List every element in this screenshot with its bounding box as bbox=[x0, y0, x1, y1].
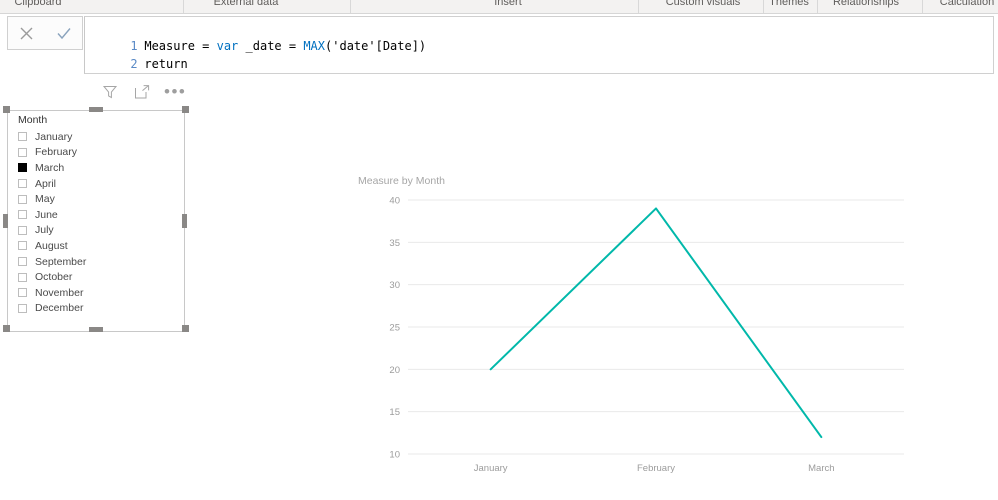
line-number-3: 3 bbox=[130, 73, 144, 74]
slicer-item-label: August bbox=[35, 239, 68, 252]
checkbox-icon[interactable] bbox=[18, 288, 27, 298]
checkbox-icon[interactable] bbox=[18, 132, 27, 142]
slicer-title: Month bbox=[18, 114, 48, 126]
month-slicer-visual[interactable]: Month January February March April May June Ju… bbox=[7, 110, 185, 332]
resize-handle-bottom-left[interactable] bbox=[3, 325, 10, 332]
checkbox-icon[interactable] bbox=[18, 303, 27, 313]
resize-handle-bottom-right[interactable] bbox=[182, 325, 189, 332]
checkmark-icon bbox=[56, 27, 71, 39]
dax-keyword-return: return bbox=[144, 57, 188, 71]
slicer-item-august[interactable]: August bbox=[18, 238, 184, 254]
visual-header-toolbar: ••• bbox=[100, 82, 186, 102]
slicer-item-may[interactable]: May bbox=[18, 191, 184, 207]
slicer-item-label: November bbox=[35, 286, 84, 299]
dax-function-max: MAX bbox=[303, 39, 326, 53]
slicer-item-april[interactable]: April bbox=[18, 176, 184, 192]
y-axis-tick-label: 10 bbox=[389, 450, 400, 461]
chart-plot-area: 40 35 30 25 20 15 10 January February March bbox=[389, 196, 904, 474]
resize-handle-top-center[interactable] bbox=[89, 107, 103, 112]
checkbox-icon[interactable] bbox=[18, 194, 27, 204]
dax-line-1: 1 Measure = var _date = MAX('date'[Date]) bbox=[85, 19, 993, 53]
resize-handle-top-left[interactable] bbox=[3, 106, 10, 113]
slicer-item-january[interactable]: January bbox=[18, 129, 184, 145]
slicer-item-october[interactable]: October bbox=[18, 269, 184, 285]
checkbox-icon[interactable] bbox=[18, 225, 27, 235]
y-axis-tick-label: 15 bbox=[389, 407, 400, 418]
ribbon-separator bbox=[817, 0, 818, 13]
checkbox-icon[interactable] bbox=[18, 179, 27, 189]
slicer-item-label: January bbox=[35, 130, 73, 143]
y-axis-tick-label: 40 bbox=[389, 196, 400, 207]
dax-l1-rest: ('date'[Date]) bbox=[325, 39, 427, 53]
ribbon-group-insert: Insert bbox=[494, 0, 522, 8]
y-axis-tick-label: 30 bbox=[389, 280, 400, 291]
slicer-item-list: January February March April May June July Augu… bbox=[8, 129, 184, 316]
slicer-item-march[interactable]: March bbox=[18, 160, 184, 176]
checkbox-icon[interactable] bbox=[18, 163, 27, 173]
apply-edit-button[interactable] bbox=[50, 19, 78, 47]
slicer-item-label: September bbox=[35, 255, 87, 268]
formula-bar: 1 Measure = var _date = MAX('date'[Date])… bbox=[0, 14, 998, 76]
ribbon-separator bbox=[350, 0, 351, 13]
ribbon-group-external-data: External data bbox=[213, 0, 279, 8]
slicer-item-december[interactable]: December bbox=[18, 301, 184, 317]
line-number-2: 2 bbox=[130, 57, 138, 71]
checkbox-icon[interactable] bbox=[18, 147, 27, 157]
slicer-item-june[interactable]: June bbox=[18, 207, 184, 223]
checkbox-icon[interactable] bbox=[18, 241, 27, 251]
resize-handle-top-right[interactable] bbox=[182, 106, 189, 113]
dax-line-3: 3CALCULATE(SUM(Table1[values]),FILTER(Ta… bbox=[85, 55, 993, 73]
x-axis-tick-label: March bbox=[808, 463, 834, 474]
slicer-item-label: May bbox=[35, 193, 55, 206]
slicer-item-label: October bbox=[35, 271, 73, 284]
slicer-item-label: December bbox=[35, 302, 84, 315]
close-icon bbox=[20, 27, 33, 39]
ribbon-separator bbox=[922, 0, 923, 13]
resize-handle-middle-left[interactable] bbox=[3, 214, 8, 228]
resize-handle-bottom-center[interactable] bbox=[89, 327, 103, 332]
cancel-edit-button[interactable] bbox=[13, 19, 41, 47]
checkbox-icon[interactable] bbox=[18, 257, 27, 267]
slicer-item-july[interactable]: July bbox=[18, 223, 184, 239]
focus-mode-icon[interactable] bbox=[132, 82, 152, 102]
slicer-item-label: March bbox=[35, 161, 65, 174]
resize-handle-middle-right[interactable] bbox=[182, 214, 187, 228]
checkbox-icon[interactable] bbox=[18, 272, 27, 282]
slicer-item-september[interactable]: September bbox=[18, 254, 184, 270]
chart-y-axis: 40 35 30 25 20 15 10 bbox=[389, 196, 400, 461]
ribbon-group-clipboard: Clipboard bbox=[14, 0, 62, 8]
x-axis-tick-label: February bbox=[637, 463, 675, 474]
slicer-item-february[interactable]: February bbox=[18, 145, 184, 161]
slicer-item-november[interactable]: November bbox=[18, 285, 184, 301]
filter-icon[interactable] bbox=[100, 82, 120, 102]
ribbon-group-labels: Clipboard External data Insert Custom vi… bbox=[0, 0, 998, 14]
ribbon-separator bbox=[638, 0, 639, 13]
report-canvas[interactable]: ••• Month January February March April May Ju… bbox=[0, 76, 998, 500]
line-number-1: 1 bbox=[130, 39, 138, 53]
slicer-item-label: April bbox=[35, 177, 57, 190]
slicer-item-label: July bbox=[35, 224, 54, 237]
ribbon-separator bbox=[183, 0, 184, 13]
chart-x-axis: January February March bbox=[474, 463, 835, 474]
dax-formula-editor[interactable]: 1 Measure = var _date = MAX('date'[Date])… bbox=[84, 16, 994, 74]
checkbox-icon[interactable] bbox=[18, 210, 27, 220]
slicer-item-label: June bbox=[35, 208, 58, 221]
dax-l1-prefix: Measure = bbox=[144, 39, 217, 53]
measure-by-month-line-chart[interactable]: Measure by Month 40 35 30 25 20 15 10 January F… bbox=[352, 172, 912, 492]
ribbon-group-calculation: Calculation bbox=[939, 0, 995, 8]
y-axis-tick-label: 35 bbox=[389, 238, 400, 249]
dax-l1-varname: _date = bbox=[238, 39, 304, 53]
formula-commit-buttons bbox=[7, 16, 83, 50]
ribbon-separator bbox=[763, 0, 764, 13]
y-axis-tick-label: 20 bbox=[389, 365, 400, 376]
chart-gridlines bbox=[408, 199, 904, 455]
x-axis-tick-label: January bbox=[474, 463, 508, 474]
dax-keyword-var: var bbox=[216, 39, 239, 53]
y-axis-tick-label: 25 bbox=[389, 323, 400, 334]
more-options-icon[interactable]: ••• bbox=[164, 83, 186, 100]
slicer-item-label: February bbox=[35, 146, 78, 159]
